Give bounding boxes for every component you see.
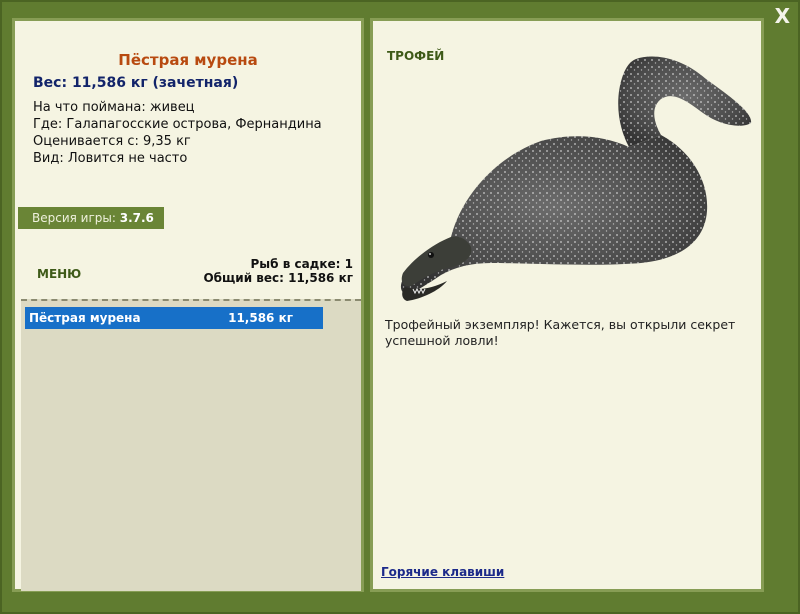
fish-name-title: Пёстрая мурена (118, 51, 258, 69)
catch-list[interactable]: Пёстрая мурена 11,586 кг (21, 299, 361, 591)
trophy-panel: ТРОФЕЙ Трофейный экземпляр! Кажется, вы … (370, 18, 764, 592)
fish-info-panel: Пёстрая мурена Вес: 11,586 кг (зачетная)… (12, 18, 364, 592)
game-window: X Пёстрая мурена Вес: 11,586 кг (зачетна… (0, 0, 800, 614)
version-badge: Версия игры: 3.7.6 (18, 207, 164, 229)
valued-from-text: Оценивается с: 9,35 кг (33, 134, 191, 149)
moray-eel-image (400, 56, 752, 301)
version-value: 3.7.6 (119, 211, 154, 225)
fish-weight: Вес: 11,586 кг (зачетная) (33, 75, 239, 91)
location-text: Где: Галапагосские острова, Фернандина (33, 117, 322, 132)
cage-summary: Рыб в садке: 1 Общий вес: 11,586 кг (203, 257, 353, 285)
trophy-description: Трофейный экземпляр! Кажется, вы открыли… (385, 317, 736, 348)
cage-count: Рыб в садке: 1 (250, 257, 354, 271)
list-item[interactable]: Пёстрая мурена 11,586 кг (25, 307, 323, 329)
list-item-name: Пёстрая мурена (29, 311, 141, 325)
version-label: Версия игры: (32, 211, 116, 225)
menu-button[interactable]: МЕНЮ (37, 267, 81, 281)
fish-details: На что поймана: живец Где: Галапагосские… (33, 99, 322, 167)
close-icon[interactable]: X (775, 4, 790, 28)
caught-on-text: На что поймана: живец (33, 100, 195, 115)
hotkeys-link[interactable]: Горячие клавиши (381, 565, 504, 579)
list-item-weight: 11,586 кг (228, 311, 293, 325)
rarity-text: Вид: Ловится не часто (33, 151, 188, 166)
cage-total-weight: Общий вес: 11,586 кг (203, 271, 353, 285)
